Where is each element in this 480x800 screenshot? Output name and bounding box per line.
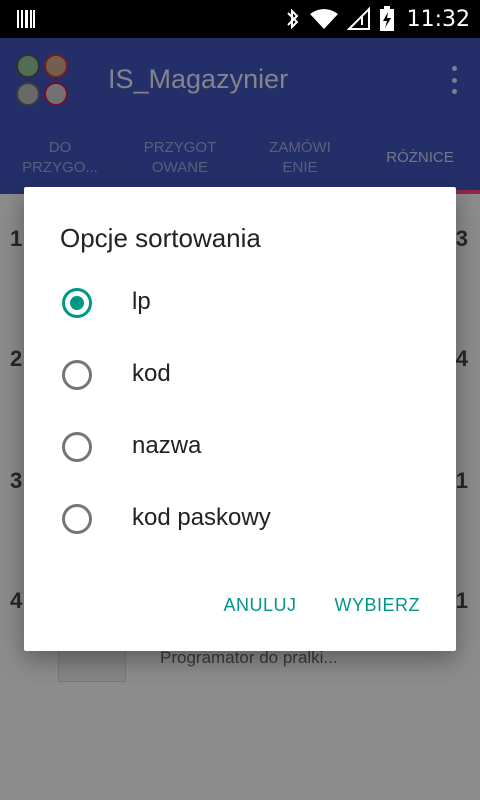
wifi-icon (309, 9, 338, 29)
sort-options-dialog: Opcje sortowania lp kod nazwa kod paskow… (24, 187, 456, 651)
sort-option-lp[interactable]: lp (24, 273, 456, 333)
option-label: kod paskowy (132, 504, 271, 531)
bluetooth-icon (286, 8, 299, 30)
cancel-button[interactable]: ANULUJ (223, 595, 296, 616)
battery-charging-icon (379, 6, 394, 31)
option-label: lp (132, 288, 151, 315)
confirm-button[interactable]: WYBIERZ (334, 595, 420, 616)
option-label: nazwa (132, 432, 202, 459)
radio-button[interactable] (62, 504, 92, 534)
dialog-title: Opcje sortowania (60, 223, 261, 253)
radio-button-checked[interactable] (62, 288, 92, 318)
option-label: kod (132, 360, 171, 387)
status-bar: 11:32 (0, 0, 480, 38)
barcode-icon (17, 10, 35, 28)
signal-icon (346, 7, 370, 30)
clock: 11:32 (406, 6, 470, 32)
radio-button[interactable] (62, 360, 92, 390)
radio-button[interactable] (62, 432, 92, 462)
dialog-actions: ANULUJ WYBIERZ (223, 595, 420, 616)
sort-option-kod[interactable]: kod (24, 345, 456, 405)
sort-option-nazwa[interactable]: nazwa (24, 417, 456, 477)
sort-option-kod-paskowy[interactable]: kod paskowy (24, 489, 456, 549)
